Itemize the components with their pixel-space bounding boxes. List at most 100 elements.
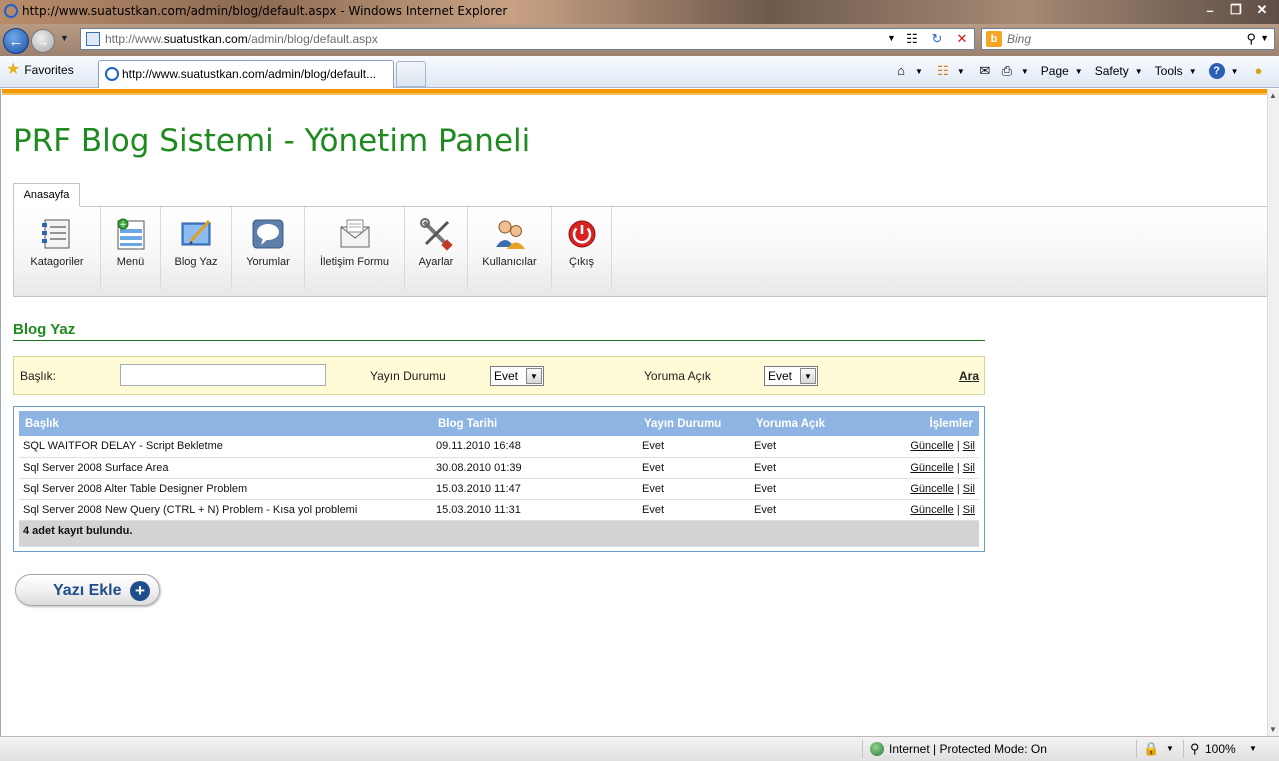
edit-link[interactable]: Güncelle [910,440,953,452]
scroll-up-icon[interactable]: ▲ [1269,91,1277,100]
column-header-actions: İşlemler [870,411,979,436]
search-placeholder: Bing [1007,32,1032,46]
section-divider [13,340,985,341]
ribbon-item-settings[interactable]: Ayarlar [405,207,468,289]
delete-link[interactable]: Sil [963,504,975,516]
bing-icon: b [986,31,1002,47]
help-dropdown-icon[interactable]: ▼ [1231,67,1239,76]
blog-grid-container: Başlık Blog Tarihi Yayın Durumu Yoruma A… [13,406,985,552]
stop-icon[interactable]: ✕ [951,30,973,48]
scroll-down-icon[interactable]: ▼ [1269,725,1277,734]
favorites-button[interactable]: ★ Favorites [6,61,74,78]
search-icon[interactable]: ⚲ [1246,31,1256,47]
page-icon [86,32,100,46]
record-count: 4 adet kayıt bulundu. [19,520,979,547]
tab-anasayfa[interactable]: Anasayfa [13,183,80,207]
ribbon-label: Ayarlar [418,256,454,268]
research-icon[interactable]: ● [1251,63,1267,79]
edit-link[interactable]: Güncelle [910,483,953,495]
chevron-down-icon[interactable]: ▼ [800,368,816,384]
vertical-scrollbar[interactable]: ▲ ▼ [1267,89,1279,736]
page-menu[interactable]: Page [1041,64,1069,78]
print-dropdown-icon[interactable]: ▼ [1021,67,1029,76]
forward-button[interactable]: → [31,29,55,53]
protected-mode-icon[interactable]: 🔒 [1143,741,1159,757]
zoom-level[interactable]: 100% [1205,742,1236,756]
row-actions: Güncelle | Sil [870,499,979,521]
menu-icon: + [114,217,148,251]
publish-status-select[interactable]: Evet ▼ [490,366,544,386]
ribbon-item-blog-write[interactable]: Blog Yaz [161,207,232,289]
feeds-icon[interactable]: ☷ [935,63,951,79]
url-field[interactable]: http://www.suatustkan.com/admin/blog/def… [80,28,975,50]
home-dropdown-icon[interactable]: ▼ [915,67,923,76]
minimize-button[interactable]: – [1197,0,1223,20]
url-text[interactable]: http://www.suatustkan.com/admin/blog/def… [105,32,378,46]
compatibility-view-icon[interactable]: ☷ [901,30,923,48]
protected-mode-dropdown-icon[interactable]: ▼ [1166,744,1174,753]
safety-dropdown-icon[interactable]: ▼ [1135,67,1143,76]
tools-menu[interactable]: Tools [1155,64,1183,78]
settings-icon [419,217,453,251]
ribbon-item-logout[interactable]: Çıkış [552,207,612,289]
delete-link[interactable]: Sil [963,440,975,452]
address-bar: ← → ▼ http://www.suatustkan.com/admin/bl… [0,24,1279,56]
edit-link[interactable]: Güncelle [910,504,953,516]
window-title: http://www.suatustkan.com/admin/blog/def… [22,4,508,18]
command-bar-tools: ⌂ ▼ ☷ ▼ ✉ ⎙ ▼ Page ▼ Safety ▼ Tools ▼ ? ▼ ● [893,63,1273,79]
filter-panel: Başlık: Yayın Durumu Evet ▼ Yoruma Açık … [13,356,985,395]
ribbon-item-contact-form[interactable]: İletişim Formu [305,207,405,289]
back-button[interactable]: ← [3,28,29,54]
restore-button[interactable]: ❐ [1223,0,1249,20]
column-header-title: Başlık [19,411,432,436]
ribbon-item-comments[interactable]: Yorumlar [232,207,305,289]
row-published: Evet [638,499,750,521]
add-post-label: Yazı Ekle [53,582,122,599]
refresh-icon[interactable]: ↻ [926,30,948,48]
ribbon-label: İletişim Formu [319,256,390,268]
row-published: Evet [638,436,750,458]
page-dropdown-icon[interactable]: ▼ [1075,67,1083,76]
help-icon[interactable]: ? [1208,63,1225,79]
star-icon: ★ [6,61,21,78]
window-controls: – ❐ ✕ [1197,0,1275,20]
tools-dropdown-icon[interactable]: ▼ [1189,67,1197,76]
svg-text:+: + [119,220,127,230]
title-filter-input[interactable] [120,364,326,386]
security-zone-text[interactable]: Internet | Protected Mode: On [889,742,1047,756]
status-separator [1183,740,1184,758]
ribbon-label: Menü [116,256,145,268]
read-mail-icon[interactable]: ✉ [977,63,993,79]
edit-link[interactable]: Güncelle [910,462,953,474]
comment-open-label: Yoruma Açık [644,369,711,383]
new-tab-button[interactable] [396,61,426,87]
delete-link[interactable]: Sil [963,462,975,474]
plus-circle-icon: + [130,581,150,601]
table-row: SQL WAITFOR DELAY - Script Bekletme 09.1… [19,436,979,458]
print-icon[interactable]: ⎙ [999,63,1015,79]
comments-icon [251,217,285,251]
search-link[interactable]: Ara [959,369,979,383]
recent-pages-dropdown-icon[interactable]: ▼ [60,33,69,43]
zoom-dropdown-icon[interactable]: ▼ [1249,744,1257,753]
row-comments: Evet [750,499,870,521]
contact-form-icon [338,217,372,251]
comment-open-select[interactable]: Evet ▼ [764,366,818,386]
ribbon-item-categories[interactable]: Katagoriler [14,207,101,289]
zoom-icon[interactable]: ⚲ [1190,741,1200,757]
add-post-button[interactable]: Yazı Ekle + [15,574,160,606]
ribbon-item-users[interactable]: Kullanıcılar [468,207,552,289]
browser-tab[interactable]: http://www.suatustkan.com/admin/blog/def… [98,60,394,88]
search-dropdown-icon[interactable]: ▼ [1260,33,1269,43]
search-field[interactable]: b Bing ⚲ ▼ [981,28,1275,50]
ribbon-item-menu[interactable]: + Menü [101,207,161,289]
chevron-down-icon[interactable]: ▼ [526,368,542,384]
close-button[interactable]: ✕ [1249,0,1275,20]
tab-label: http://www.suatustkan.com/admin/blog/def… [122,67,377,81]
safety-menu[interactable]: Safety [1095,64,1129,78]
url-dropdown-icon[interactable]: ▼ [887,33,896,43]
column-header-date: Blog Tarihi [432,411,638,436]
home-icon[interactable]: ⌂ [893,63,909,79]
delete-link[interactable]: Sil [963,483,975,495]
feeds-dropdown-icon[interactable]: ▼ [957,67,965,76]
